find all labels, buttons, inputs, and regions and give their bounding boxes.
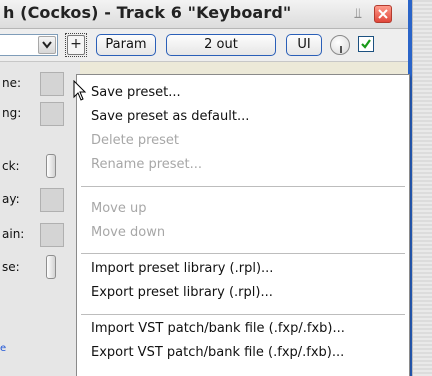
enable-checkbox[interactable]: [358, 36, 374, 52]
menu-separator: [81, 186, 405, 187]
menu-item-export-vst-patch[interactable]: Export VST patch/bank file (.fxp/.fxb)..…: [91, 343, 344, 363]
window-title: h (Cockos) - Track 6 "Keyboard": [3, 3, 292, 22]
chevron-down-icon: [42, 41, 52, 49]
side-link-text[interactable]: e: [0, 343, 6, 354]
pin-icon[interactable]: ⫫: [350, 6, 366, 22]
param-row: ain:: [0, 219, 80, 249]
param-control[interactable]: [40, 102, 64, 126]
param-control[interactable]: [40, 223, 64, 247]
menu-item-rename-preset[interactable]: Rename preset...: [91, 155, 202, 175]
param-button[interactable]: Param: [96, 34, 156, 56]
param-label: ain:: [2, 227, 25, 241]
close-icon: [378, 9, 388, 19]
parameter-panel: ne: ng: ck: ay: ain: se:: [0, 62, 80, 376]
menu-item-save-preset-default[interactable]: Save preset as default...: [91, 107, 249, 127]
param-label: ne:: [2, 76, 22, 90]
ui-button[interactable]: UI: [286, 34, 322, 56]
param-row: ne:: [0, 68, 80, 98]
param-control[interactable]: [40, 72, 64, 96]
param-row: ck:: [0, 151, 80, 181]
mouse-pointer-icon: [73, 80, 87, 101]
param-row: ay:: [0, 184, 80, 214]
menu-item-move-down[interactable]: Move down: [91, 223, 165, 243]
param-label: ck:: [2, 159, 20, 173]
preset-menu-button[interactable]: +: [65, 33, 87, 57]
close-button[interactable]: [374, 5, 392, 23]
menu-item-import-preset-library[interactable]: Import preset library (.rpl)...: [91, 259, 273, 279]
param-control[interactable]: [40, 188, 64, 212]
param-label: ay:: [2, 192, 20, 206]
param-row: ng:: [0, 98, 80, 128]
param-row: se:: [0, 252, 80, 282]
preset-context-menu: Save preset... Save preset as default...…: [76, 74, 410, 376]
menu-item-delete-preset[interactable]: Delete preset: [91, 131, 179, 151]
checkmark-icon: [361, 39, 371, 49]
wet-knob[interactable]: [330, 35, 350, 55]
fx-toolbar: + Param 2 out UI: [0, 29, 408, 62]
dropdown-arrow-button[interactable]: [38, 36, 56, 54]
menu-separator: [81, 253, 405, 254]
output-routing-button[interactable]: 2 out: [166, 34, 276, 56]
param-label: se:: [2, 260, 20, 274]
menu-item-export-preset-library[interactable]: Export preset library (.rpl)...: [91, 283, 273, 303]
menu-item-move-up[interactable]: Move up: [91, 199, 147, 219]
fx-window: h (Cockos) - Track 6 "Keyboard" ⫫ + Para…: [0, 0, 412, 376]
title-bar[interactable]: h (Cockos) - Track 6 "Keyboard" ⫫: [0, 0, 408, 29]
preset-dropdown[interactable]: [0, 34, 58, 56]
background-panel: [412, 0, 432, 376]
param-slider-thumb[interactable]: [46, 154, 56, 178]
menu-item-import-vst-patch[interactable]: Import VST patch/bank file (.fxp/.fxb)..…: [91, 319, 345, 339]
menu-separator: [81, 314, 405, 315]
param-label: ng:: [2, 106, 22, 120]
menu-item-save-preset[interactable]: Save preset...: [91, 83, 181, 103]
param-slider-thumb[interactable]: [46, 255, 56, 279]
